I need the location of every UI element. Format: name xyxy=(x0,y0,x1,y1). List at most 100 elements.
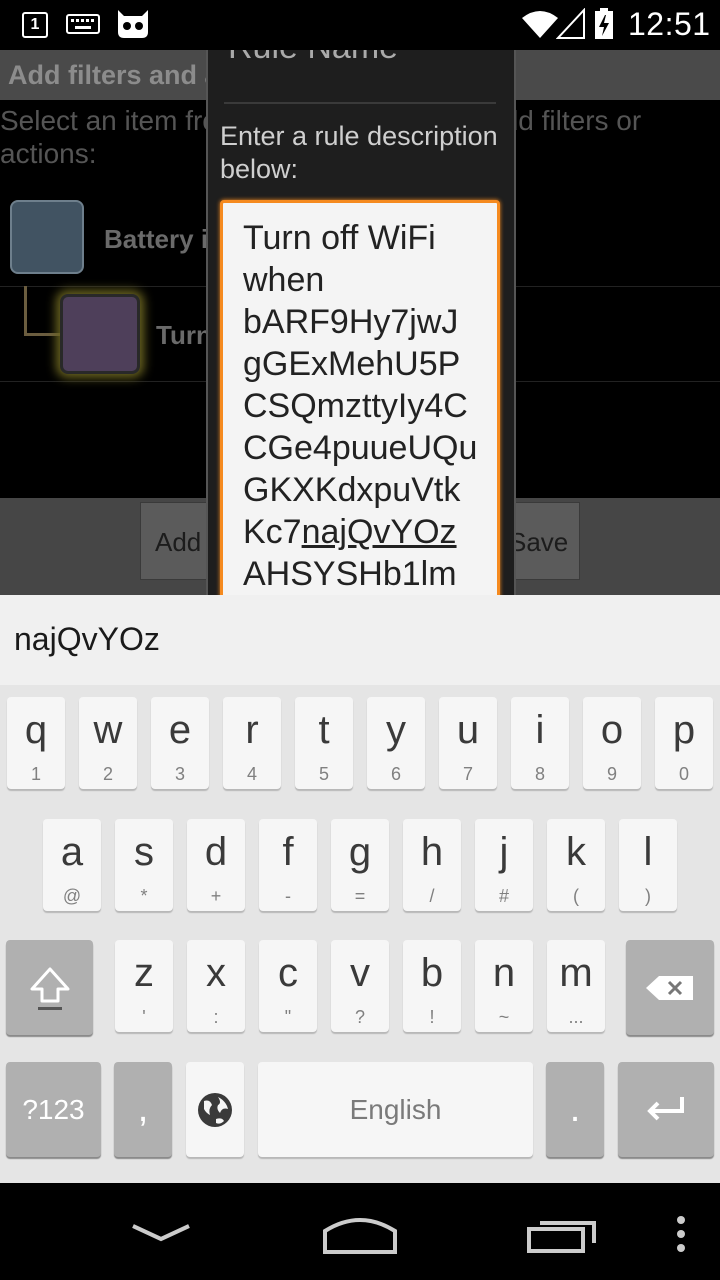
notification-icon: 1 xyxy=(22,12,48,38)
key-i[interactable]: i8 xyxy=(511,697,569,789)
key-label: p xyxy=(672,708,696,752)
comma-key[interactable]: , xyxy=(114,1062,172,1157)
soft-keyboard: ?123 , English . q 1 w 2 e 3 r 4 t 5 y 6 u 7 i 8 o 9 p 0 a @ s… xyxy=(0,685,720,1183)
recents-icon[interactable] xyxy=(526,1215,598,1253)
globe-icon xyxy=(198,1092,232,1127)
key-hint: ... xyxy=(568,1007,584,1027)
key-hint: 9 xyxy=(606,764,617,784)
clock: 12:51 xyxy=(628,6,711,42)
key-hint: 5 xyxy=(318,764,329,784)
battery-filter-icon[interactable] xyxy=(10,200,84,274)
home-icon[interactable] xyxy=(322,1213,398,1255)
key-o[interactable]: o9 xyxy=(583,697,641,789)
back-icon[interactable] xyxy=(130,1221,192,1245)
enter-icon xyxy=(647,1096,684,1120)
key-q[interactable]: q1 xyxy=(7,697,65,789)
key-hint: / xyxy=(429,886,435,906)
backspace-icon xyxy=(646,975,693,1000)
key-label: w xyxy=(93,708,123,752)
text-line: bARF9Hy7jwJ xyxy=(243,303,459,341)
menu-icon[interactable] xyxy=(675,1215,687,1253)
key-a[interactable]: a @ xyxy=(43,819,101,911)
key-hint: 2 xyxy=(102,764,113,784)
key-x[interactable]: x: xyxy=(187,940,245,1032)
suggestion-word[interactable]: najQvYOz xyxy=(14,621,160,658)
key-hint: 3 xyxy=(174,764,185,784)
key-hint: # xyxy=(498,886,509,906)
text-line: when xyxy=(243,261,325,299)
key-hint: 8 xyxy=(534,764,545,784)
key-hint: = xyxy=(354,886,366,906)
key-label: e xyxy=(168,708,192,752)
key-c[interactable]: c " xyxy=(259,940,317,1032)
key-m[interactable]: m... xyxy=(547,940,605,1032)
key-k[interactable]: k( xyxy=(547,819,605,911)
text-line: Turn off WiFi xyxy=(243,219,436,257)
key-label: k xyxy=(566,830,586,874)
comma-label: , xyxy=(137,1088,149,1130)
divider xyxy=(224,102,496,104)
text-line: CSQmzttyIy4C xyxy=(243,387,468,425)
key-j[interactable]: j # xyxy=(475,819,533,911)
key-f[interactable]: f- xyxy=(259,819,317,911)
key-hint: " xyxy=(284,1007,292,1027)
rule-name-dialog: Rule Name Enter a rule description below… xyxy=(206,50,516,595)
action-icon[interactable] xyxy=(60,294,140,374)
key-u[interactable]: u7 xyxy=(439,697,497,789)
key-b[interactable]: b! xyxy=(403,940,461,1032)
key-n[interactable]: n ~ xyxy=(475,940,533,1032)
keyboard-icon xyxy=(66,14,100,34)
key-d[interactable]: d + xyxy=(187,819,245,911)
key-l[interactable]: l) xyxy=(619,819,677,911)
key-label: l xyxy=(643,830,653,874)
key-hint: 4 xyxy=(246,764,257,784)
key-s[interactable]: s * xyxy=(115,819,173,911)
key-label: d xyxy=(204,830,228,874)
key-z[interactable]: z ' xyxy=(115,940,173,1032)
language-key[interactable] xyxy=(186,1062,244,1157)
key-label: u xyxy=(456,708,480,752)
key-hint: ! xyxy=(429,1007,435,1027)
key-hint: 7 xyxy=(462,764,473,784)
key-hint: ' xyxy=(142,1007,146,1027)
key-label: a xyxy=(60,830,84,874)
key-hint: ? xyxy=(354,1007,365,1027)
shift-key[interactable] xyxy=(6,940,93,1035)
key-g[interactable]: g = xyxy=(331,819,389,911)
key-v[interactable]: v? xyxy=(331,940,389,1032)
key-h[interactable]: h / xyxy=(403,819,461,911)
key-label: j xyxy=(499,830,509,874)
space-key[interactable]: English xyxy=(258,1062,533,1157)
key-hint: 6 xyxy=(390,764,401,784)
save-button-label: Save xyxy=(509,527,569,557)
symbols-label: ?123 xyxy=(22,1093,85,1125)
backspace-key[interactable] xyxy=(626,940,714,1035)
key-hint: @ xyxy=(62,886,82,906)
key-w[interactable]: w2 xyxy=(79,697,137,789)
key-label: i xyxy=(535,708,545,752)
rule-description-text: Turn off WiFi when bARF9Hy7jwJ gGExMehU5… xyxy=(243,217,493,595)
list-item-label: Turn xyxy=(156,320,212,350)
suggestion-strip: najQvYOz xyxy=(0,595,720,685)
key-e[interactable]: e3 xyxy=(151,697,209,789)
key-label: y xyxy=(386,708,406,752)
key-label: x xyxy=(206,951,226,995)
key-hint: + xyxy=(210,886,222,906)
enter-key[interactable] xyxy=(618,1062,714,1157)
dialog-prompt: Enter a rule description below: xyxy=(220,121,498,184)
key-p[interactable]: p0 xyxy=(655,697,713,789)
key-label: h xyxy=(420,830,444,874)
key-t[interactable]: t5 xyxy=(295,697,353,789)
period-key[interactable]: . xyxy=(546,1062,604,1157)
key-r[interactable]: r4 xyxy=(223,697,281,789)
key-label: m xyxy=(559,951,593,995)
key-y[interactable]: y6 xyxy=(367,697,425,789)
symbols-key[interactable]: ?123 xyxy=(6,1062,101,1157)
text-line: GKXKdxpuVtk xyxy=(243,471,461,509)
rule-description-input[interactable]: Turn off WiFi when bARF9Hy7jwJ gGExMehU5… xyxy=(220,200,500,595)
text-line: AHSYSHb1lm xyxy=(243,555,457,593)
key-label: r xyxy=(245,708,259,752)
key-hint: 1 xyxy=(30,764,41,784)
status-bar: 1 12:51 xyxy=(0,0,720,50)
list-item-label: Battery is xyxy=(104,224,223,254)
